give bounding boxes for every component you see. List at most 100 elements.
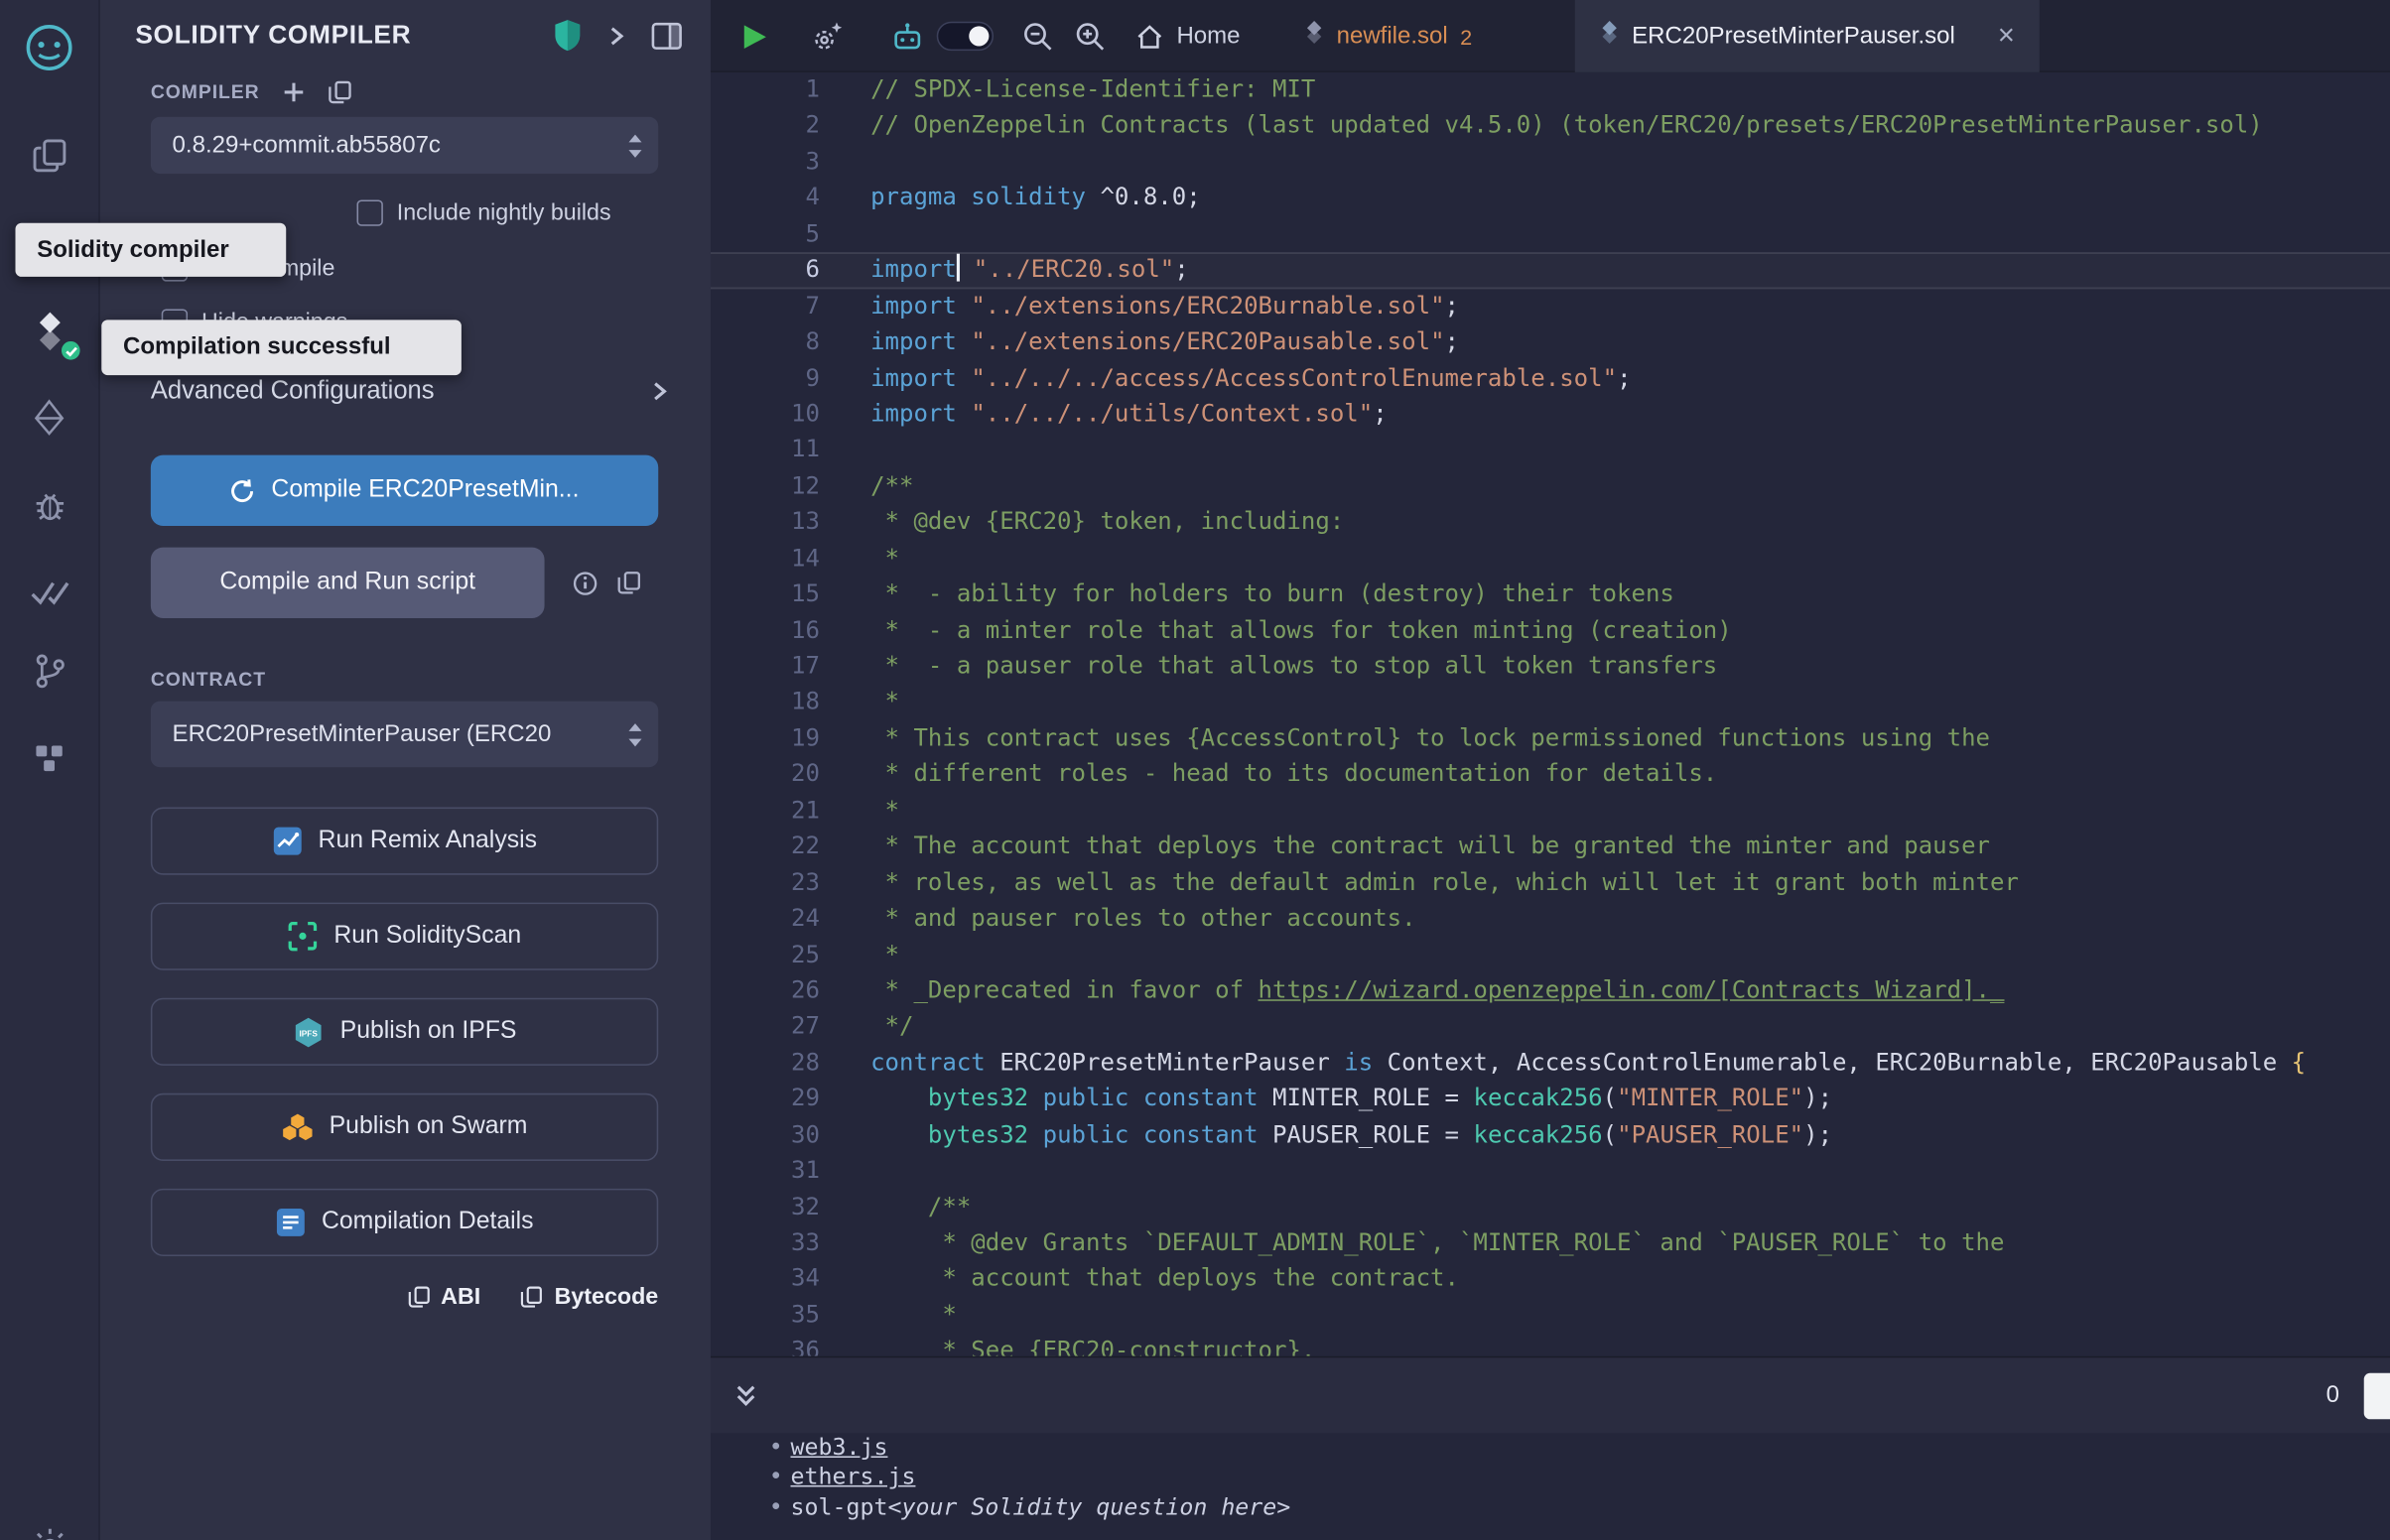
code-line[interactable]: 20 * different roles - head to its docum… [711, 757, 2390, 793]
code-line[interactable]: 33 * @dev Grants `DEFAULT_ADMIN_ROLE`, `… [711, 1225, 2390, 1261]
advanced-configurations-toggle[interactable]: Advanced Configurations [151, 377, 671, 406]
remix-ide-window: SOLIDITY COMPILER COMPILER 0.8.29+commit… [0, 0, 2390, 1540]
code-line[interactable]: 10import "../../../utils/Context.sol"; [711, 397, 2390, 433]
code-line[interactable]: 8import "../extensions/ERC20Pausable.sol… [711, 324, 2390, 360]
copy-bytecode-button[interactable]: Bytecode [520, 1284, 658, 1310]
bullet-icon: • [769, 1463, 791, 1492]
line-number: 15 [711, 577, 820, 612]
terminal-line: • web3.js [711, 1433, 2390, 1463]
line-number: 32 [711, 1190, 820, 1225]
git-branch-icon[interactable] [23, 644, 75, 697]
terminal-link-ethers[interactable]: ethers.js [790, 1463, 915, 1492]
code-line[interactable]: 6import "../ERC20.sol"; [711, 252, 2390, 288]
terminal-search-input[interactable] [2364, 1372, 2390, 1418]
code-line[interactable]: 28contract ERC20PresetMinterPauser is Co… [711, 1045, 2390, 1081]
include-nightly-label: Include nightly builds [397, 199, 611, 225]
action-label: Publish on IPFS [340, 1018, 517, 1046]
add-compiler-icon[interactable] [283, 81, 305, 103]
run-script-play-button[interactable] [739, 0, 768, 72]
code-line[interactable]: 17 * - a pauser role that allows to stop… [711, 649, 2390, 685]
code-line[interactable]: 34 * account that deploys the contract. [711, 1261, 2390, 1297]
code-line[interactable]: 9import "../../../access/AccessControlEn… [711, 360, 2390, 396]
copy-compiler-icon[interactable] [328, 80, 352, 105]
tab-newfile[interactable]: newfile.sol 2 [1298, 0, 1479, 72]
contract-select[interactable]: ERC20PresetMinterPauser (ERC20 [151, 702, 658, 768]
line-number: 27 [711, 1009, 820, 1045]
debugger-bug-icon[interactable] [23, 478, 75, 531]
code-line[interactable]: 31 [711, 1153, 2390, 1189]
code-line[interactable]: 18 * [711, 685, 2390, 720]
chevron-right-icon[interactable] [606, 24, 628, 47]
panel-header: SOLIDITY COMPILER [135, 19, 683, 53]
zoom-out-button[interactable] [1021, 0, 1054, 72]
run-solidityscan-button[interactable]: Run SolidityScan [151, 903, 658, 970]
code-line[interactable]: 15 * - ability for holders to burn (dest… [711, 577, 2390, 612]
code-line[interactable]: 26 * _Deprecated in favor of https://wiz… [711, 973, 2390, 1009]
code-line[interactable]: 12/** [711, 468, 2390, 504]
remix-logo[interactable] [23, 22, 75, 74]
code-line[interactable]: 27 */ [711, 1009, 2390, 1045]
unit-testing-icon[interactable] [23, 566, 75, 618]
line-number: 23 [711, 865, 820, 901]
zoom-in-button[interactable] [1074, 0, 1107, 72]
code-line[interactable]: 13 * @dev {ERC20} token, including: [711, 505, 2390, 541]
settings-gear-icon[interactable] [23, 1519, 75, 1540]
code-line[interactable]: 4pragma solidity ^0.8.0; [711, 181, 2390, 216]
code-line[interactable]: 19 * This contract uses {AccessControl} … [711, 721, 2390, 757]
plugin-manager-icon[interactable] [23, 732, 75, 785]
line-number: 35 [711, 1298, 820, 1334]
code-line[interactable]: 25 * [711, 937, 2390, 972]
checkbox-box [357, 199, 383, 225]
toggle-switch [937, 22, 994, 51]
code-line[interactable]: 35 * [711, 1298, 2390, 1334]
copy-script-icon[interactable] [616, 571, 641, 595]
code-line[interactable]: 3 [711, 144, 2390, 180]
publish-ipfs-button[interactable]: IPFS Publish on IPFS [151, 998, 658, 1066]
run-remix-analysis-button[interactable]: Run Remix Analysis [151, 808, 658, 875]
code-line[interactable]: 30 bytes32 public constant PAUSER_ROLE =… [711, 1117, 2390, 1153]
terminal-link-web3[interactable]: web3.js [790, 1433, 887, 1463]
code-line[interactable]: 1// SPDX-License-Identifier: MIT [711, 72, 2390, 108]
terminal-collapse-button[interactable] [732, 1383, 760, 1408]
script-runner-config-button[interactable] [809, 0, 845, 72]
line-number: 12 [711, 468, 820, 504]
deploy-run-icon[interactable] [23, 391, 75, 444]
info-icon[interactable] [572, 570, 598, 595]
copy-abi-button[interactable]: ABI [407, 1284, 480, 1310]
solidity-compiler-icon[interactable] [23, 305, 75, 357]
line-number: 17 [711, 649, 820, 685]
code-line[interactable]: 16 * - a minter role that allows for tok… [711, 613, 2390, 649]
tab-home[interactable]: Home [1129, 0, 1246, 72]
compile-and-run-button[interactable]: Compile and Run script [151, 548, 545, 618]
code-line[interactable]: 36 * See {ERC20-constructor}. [711, 1334, 2390, 1356]
code-line[interactable]: 23 * roles, as well as the default admin… [711, 865, 2390, 901]
code-lines: 1// SPDX-License-Identifier: MIT2// Open… [711, 72, 2390, 1356]
close-tab-icon[interactable]: × [1998, 22, 2015, 51]
code-line[interactable]: 2// OpenZeppelin Contracts (last updated… [711, 108, 2390, 144]
remixai-copilot-icon[interactable] [890, 0, 924, 72]
copilot-toggle[interactable] [937, 0, 994, 72]
code-line[interactable]: 5 [711, 216, 2390, 252]
code-line[interactable]: 29 bytes32 public constant MINTER_ROLE =… [711, 1082, 2390, 1117]
compiler-version-select[interactable]: 0.8.29+commit.ab55807c [151, 117, 658, 174]
publish-swarm-button[interactable]: Publish on Swarm [151, 1093, 658, 1161]
terminal-listen-count: 0 [2326, 1381, 2339, 1409]
code-editor[interactable]: 1// SPDX-License-Identifier: MIT2// Open… [711, 72, 2390, 1356]
terminal[interactable]: • web3.js • ethers.js • sol-gpt <your So… [711, 1433, 2390, 1540]
code-line[interactable]: 24 * and pauser roles to other accounts. [711, 901, 2390, 937]
code-line[interactable]: 7import "../extensions/ERC20Burnable.sol… [711, 289, 2390, 324]
code-line[interactable]: 32 /** [711, 1190, 2390, 1225]
code-line[interactable]: 11 [711, 433, 2390, 468]
compile-button[interactable]: Compile ERC20PresetMin... [151, 455, 658, 526]
file-explorer-icon[interactable] [23, 129, 75, 182]
compilation-details-button[interactable]: Compilation Details [151, 1189, 658, 1256]
advanced-configurations-label: Advanced Configurations [151, 377, 435, 406]
solidity-file-icon [1600, 20, 1620, 53]
code-line[interactable]: 22 * The account that deploys the contra… [711, 830, 2390, 865]
pin-panel-icon[interactable] [650, 21, 683, 50]
code-line[interactable]: 21 * [711, 793, 2390, 829]
include-nightly-checkbox[interactable]: Include nightly builds [357, 199, 611, 225]
tab-erc20presetminterpauser[interactable]: ERC20PresetMinterPauser.sol × [1575, 0, 2040, 72]
home-icon [1135, 22, 1164, 50]
code-line[interactable]: 14 * [711, 541, 2390, 577]
